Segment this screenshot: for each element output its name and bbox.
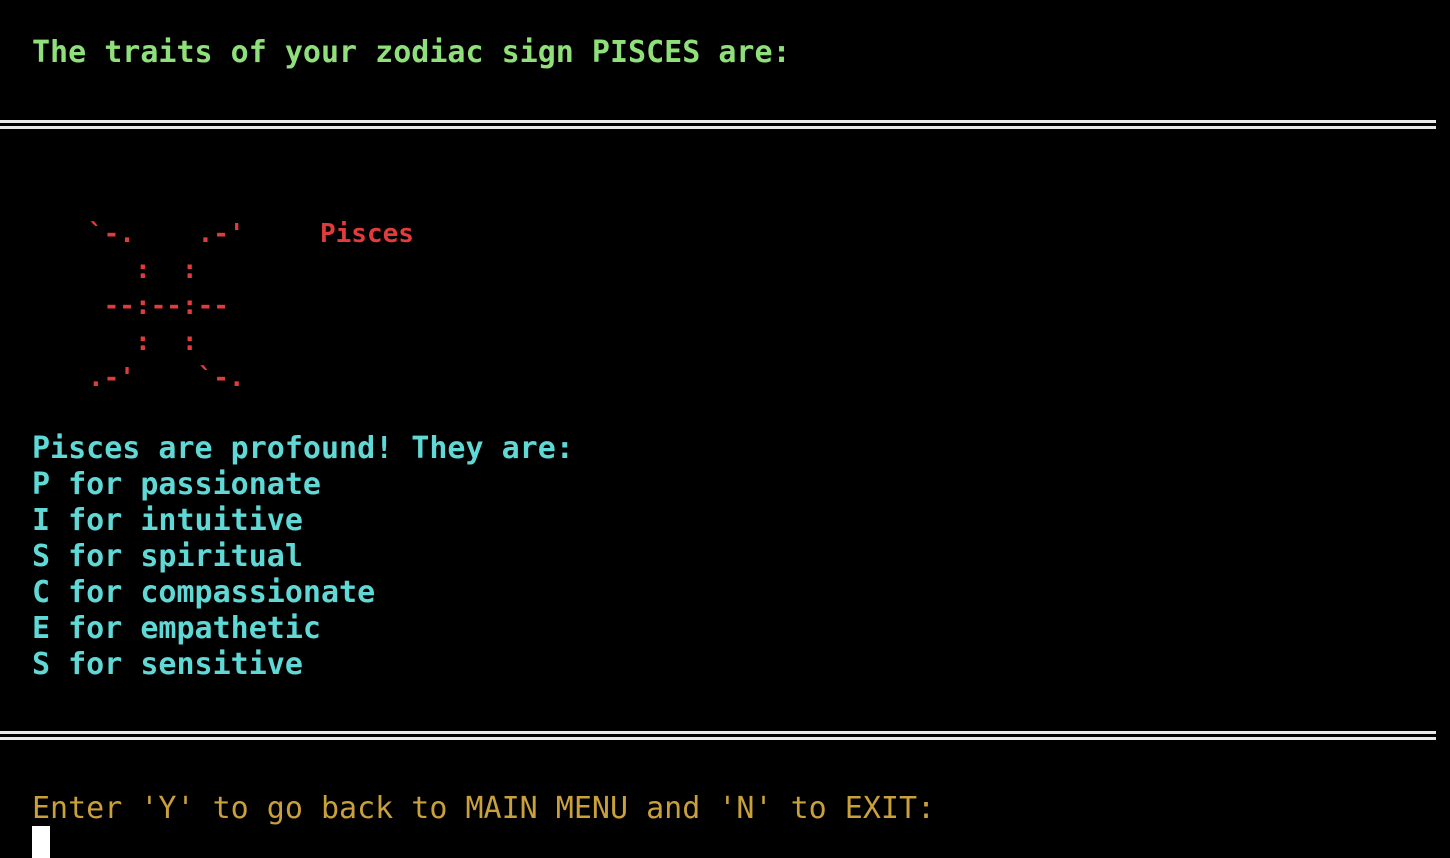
- ascii-art-line: --:--:--: [88, 291, 229, 321]
- trait-item: S for spiritual: [32, 539, 303, 574]
- trait-item: C for compassionate: [32, 575, 376, 610]
- divider-top: [0, 120, 1436, 129]
- sign-name: Pisces: [320, 219, 414, 249]
- trait-item: P for passionate: [32, 467, 321, 502]
- ascii-art-line: .-' `-.: [88, 363, 245, 393]
- ascii-art-line: : :: [88, 327, 198, 357]
- ascii-art-line: : :: [88, 255, 198, 285]
- trait-item: S for sensitive: [32, 647, 303, 682]
- trait-item: I for intuitive: [32, 503, 303, 538]
- divider-bottom: [0, 731, 1436, 740]
- terminal-window: The traits of your zodiac sign PISCES ar…: [0, 0, 1450, 858]
- menu-prompt: Enter 'Y' to go back to MAIN MENU and 'N…: [32, 791, 936, 826]
- page-title: The traits of your zodiac sign PISCES ar…: [32, 35, 791, 70]
- ascii-art-line: `-. .-': [88, 219, 245, 249]
- trait-item: E for empathetic: [32, 611, 321, 646]
- input-cursor[interactable]: [32, 826, 50, 858]
- traits-intro: Pisces are profound! They are:: [32, 431, 574, 466]
